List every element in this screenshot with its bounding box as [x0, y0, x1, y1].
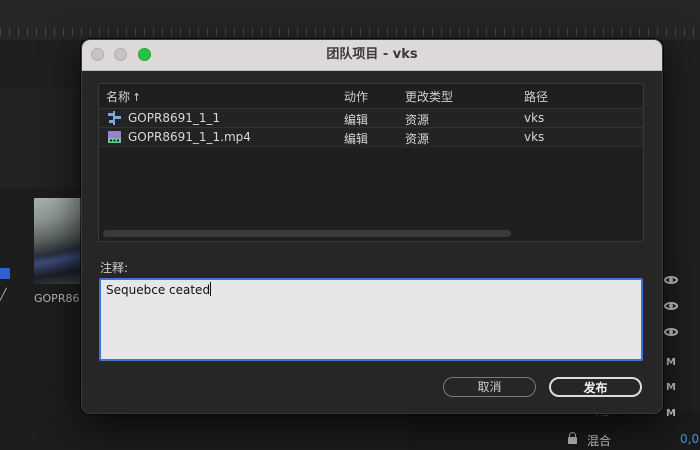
row-action: 编辑	[344, 132, 369, 146]
blend-value[interactable]: 0,0	[680, 432, 699, 446]
bottom-right-panel	[410, 410, 700, 450]
publish-button[interactable]: 发布	[549, 377, 642, 397]
timeline-ruler	[0, 0, 700, 41]
sequence-icon	[108, 111, 121, 125]
pen-icon[interactable]: ╱	[0, 289, 8, 300]
horizontal-scrollbar[interactable]	[103, 230, 511, 237]
lock-icon[interactable]	[568, 432, 577, 444]
sort-arrow-icon: ↑	[132, 91, 142, 104]
clip-thumbnail-label: GOPR86	[34, 292, 80, 305]
title-bar: 团队项目 - vks	[82, 40, 662, 71]
window-title: 团队项目 - vks	[326, 47, 418, 62]
notes-text: Sequebce ceated	[106, 283, 211, 297]
eye-icon[interactable]	[664, 328, 678, 336]
column-header-name-label: 名称	[106, 90, 131, 104]
row-action: 编辑	[344, 113, 369, 127]
row-path: vks	[524, 111, 545, 125]
notes-textarea[interactable]: Sequebce ceated	[99, 278, 643, 361]
video-clip-icon	[108, 131, 121, 143]
text-caret	[210, 282, 212, 296]
cancel-button[interactable]: 取消	[443, 377, 536, 397]
table-row[interactable]: GOPR8691_1_1.mp4 编辑 资源 vks	[99, 127, 643, 147]
column-header-action[interactable]: 动作	[344, 88, 368, 105]
changes-table: 名称 ↑ 动作 更改类型 路径 GOPR8691_1_1 编辑 资源 vks G…	[98, 83, 644, 242]
mute-icon[interactable]: M	[666, 382, 676, 393]
row-name: GOPR8691_1_1.mp4	[128, 130, 251, 144]
table-row[interactable]: GOPR8691_1_1 编辑 资源 vks	[99, 108, 643, 128]
blend-label: 混合	[587, 434, 612, 448]
mute-icon[interactable]: M	[666, 357, 676, 368]
eye-icon[interactable]	[664, 276, 678, 284]
column-header-name[interactable]: 名称 ↑	[106, 88, 141, 105]
mute-icon[interactable]: M	[666, 408, 676, 419]
app-window: GOPR86 ╱ M M M A3 混合 0,0 团队项目 - vks 名称↑ …	[0, 0, 700, 450]
link-icon[interactable]	[0, 268, 10, 279]
row-change-type: 资源	[405, 113, 430, 127]
left-panel	[0, 88, 80, 189]
eye-icon[interactable]	[664, 302, 678, 310]
column-header-change-type[interactable]: 更改类型	[405, 88, 453, 105]
row-name: GOPR8691_1_1	[128, 111, 221, 125]
row-change-type: 资源	[405, 132, 430, 146]
column-header-path[interactable]: 路径	[524, 88, 548, 105]
notes-label: 注释:	[100, 261, 129, 275]
clip-thumbnail[interactable]	[34, 198, 82, 284]
table-header: 名称 ↑ 动作 更改类型 路径	[99, 84, 643, 108]
team-project-dialog: 团队项目 - vks 名称↑ 动作 更改类型 路径 GOPR8691_1_1	[81, 39, 663, 414]
row-path: vks	[524, 130, 545, 144]
right-toolbar	[660, 40, 700, 262]
